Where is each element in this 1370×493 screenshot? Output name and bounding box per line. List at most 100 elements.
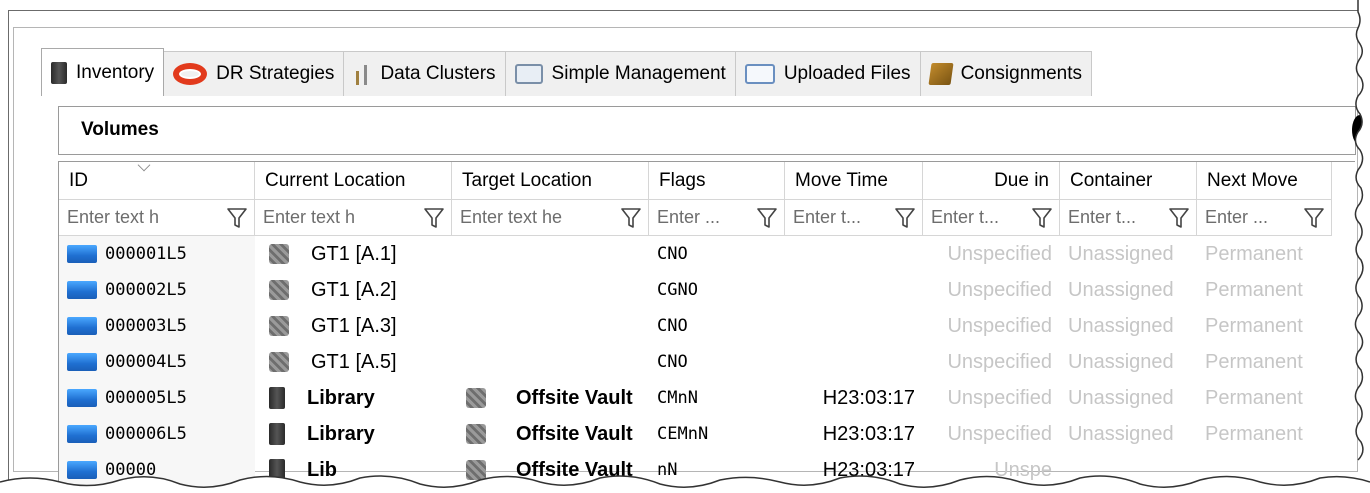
cell-text: Unspecified xyxy=(947,423,1052,445)
filter-icon[interactable] xyxy=(894,206,916,230)
tab-inventory[interactable]: Inventory xyxy=(41,48,165,96)
cell-text: Unspecified xyxy=(947,315,1052,337)
column-label: ID xyxy=(69,170,88,191)
tab-simple-management[interactable]: Simple Management xyxy=(505,51,736,96)
table-cell-move-time xyxy=(785,236,923,272)
tab-data-clusters[interactable]: Data Clusters xyxy=(344,51,506,96)
filter-icon[interactable] xyxy=(756,206,778,230)
cell-text: Unassigned xyxy=(1068,387,1174,409)
filter-cell xyxy=(1060,199,1197,236)
table-row[interactable]: 000001L5 GT1 [A.1] CNO Unspecified Unassigne… xyxy=(59,236,1332,272)
filter-cell xyxy=(255,199,452,236)
tape-volume-icon xyxy=(67,281,97,299)
cell-text: Permanent xyxy=(1205,423,1303,445)
column-label: Move Time xyxy=(795,170,888,191)
filter-input[interactable] xyxy=(59,202,254,233)
table-cell-id: 000006L5 xyxy=(59,416,255,452)
table-cell-target xyxy=(452,272,649,308)
cell-text: Unassigned xyxy=(1068,279,1174,301)
column-label: Due in xyxy=(994,170,1049,191)
column-header-flags[interactable]: Flags xyxy=(649,162,785,199)
cell-text: Unassigned xyxy=(1068,243,1174,265)
cell-text: 000004L5 xyxy=(105,352,187,372)
table-cell-id: 000005L5 xyxy=(59,380,255,416)
table-cell-current: GT1 [A.2] xyxy=(255,272,452,308)
tab-label: Simple Management xyxy=(551,63,726,84)
cell-text: Library xyxy=(307,387,375,409)
column-header-id[interactable]: ID xyxy=(59,162,255,199)
tape-volume-icon xyxy=(67,389,97,407)
cell-text: CGNO xyxy=(657,280,698,300)
clusters-icon xyxy=(353,63,371,85)
table-cell-flags: CMnN xyxy=(649,380,785,416)
cell-text: GT1 [A.1] xyxy=(311,243,397,265)
tab-label: Data Clusters xyxy=(380,63,496,84)
tape-volume-icon xyxy=(67,245,97,263)
table-cell-target: Offsite Vault xyxy=(452,380,649,416)
column-header-container[interactable]: Container xyxy=(1060,162,1197,199)
table-row[interactable]: 000006L5 Library Offsite Vault CEMnN H23:03:… xyxy=(59,416,1332,452)
sort-caret-icon xyxy=(139,162,151,168)
table-cell-target: Offsite Vault xyxy=(452,416,649,452)
table-cell-container: Unassigned xyxy=(1060,416,1197,452)
cell-text: 000005L5 xyxy=(105,388,187,408)
cell-text: GT1 [A.2] xyxy=(311,279,397,301)
column-header-next-move[interactable]: Next Move xyxy=(1197,162,1332,199)
tab-label: Inventory xyxy=(76,61,155,83)
table-cell-move-time xyxy=(785,272,923,308)
table-cell-next-move: Permanent xyxy=(1197,272,1332,308)
table-cell-id: 000001L5 xyxy=(59,236,255,272)
table-row[interactable]: 000004L5 GT1 [A.5] CNO Unspecified Unassigne… xyxy=(59,344,1332,380)
filter-input[interactable] xyxy=(255,202,451,233)
filter-icon[interactable] xyxy=(1031,206,1053,230)
table-cell-container: Unassigned xyxy=(1060,308,1197,344)
table-cell-current: GT1 [A.5] xyxy=(255,344,452,380)
table-cell-due-in: Unspecified xyxy=(923,416,1060,452)
filter-icon[interactable] xyxy=(1303,206,1325,230)
column-header-move-time[interactable]: Move Time xyxy=(785,162,923,199)
table-cell-move-time: H23:03:17 xyxy=(785,380,923,416)
cell-text: Unassigned xyxy=(1068,423,1174,445)
cell-text: Permanent xyxy=(1205,315,1303,337)
filter-icon[interactable] xyxy=(620,206,642,230)
table-cell-container: Unassigned xyxy=(1060,380,1197,416)
column-label: Current Location xyxy=(265,170,406,191)
table-cell-due-in: Unspecified xyxy=(923,272,1060,308)
cell-text: CMnN xyxy=(657,388,698,408)
cell-text: 000006L5 xyxy=(105,424,187,444)
table-cell-move-time xyxy=(785,308,923,344)
column-header-due-in[interactable]: Due in xyxy=(923,162,1060,199)
filter-icon[interactable] xyxy=(226,206,248,230)
table-row[interactable]: 000002L5 GT1 [A.2] CGNO Unspecified Unassign… xyxy=(59,272,1332,308)
column-label: Next Move xyxy=(1207,170,1298,191)
cell-text: H23:03:17 xyxy=(822,423,915,445)
table-cell-due-in: Unspecified xyxy=(923,236,1060,272)
filter-cell xyxy=(59,199,255,236)
filter-icon[interactable] xyxy=(1168,206,1190,230)
tape-volume-icon xyxy=(67,353,97,371)
column-header-target-location[interactable]: Target Location xyxy=(452,162,649,199)
tab-uploaded-files[interactable]: Uploaded Files xyxy=(735,51,921,96)
cell-text: Unspecified xyxy=(947,387,1052,409)
column-header-current-location[interactable]: Current Location xyxy=(255,162,452,199)
column-label: Flags xyxy=(659,170,706,191)
table-cell-move-time: H23:03:17 xyxy=(785,416,923,452)
cell-text: CEMnN xyxy=(657,424,709,444)
tab-consignments[interactable]: Consignments xyxy=(920,51,1093,96)
table-row[interactable]: 000005L5 Library Offsite Vault CMnN H23:03:1… xyxy=(59,380,1332,416)
filter-icon[interactable] xyxy=(423,206,445,230)
filter-cell xyxy=(923,199,1060,236)
table-cell-flags: CNO xyxy=(649,344,785,380)
cell-text: 000002L5 xyxy=(105,280,187,300)
table-row[interactable]: 000003L5 GT1 [A.3] CNO Unspecified Unassigne… xyxy=(59,308,1332,344)
table-cell-move-time xyxy=(785,344,923,380)
tape-volume-icon xyxy=(67,425,97,443)
filter-cell xyxy=(785,199,923,236)
filter-input[interactable] xyxy=(452,202,648,233)
drive-icon xyxy=(466,424,486,444)
drive-icon xyxy=(269,352,289,372)
table-cell-current: GT1 [A.3] xyxy=(255,308,452,344)
tab-dr-strategies[interactable]: DR Strategies xyxy=(164,51,345,96)
column-header-row: ID Current Location Target Location Flag… xyxy=(59,162,1332,199)
tab-strip: Inventory DR Strategies Data Clusters Si… xyxy=(41,48,1093,96)
